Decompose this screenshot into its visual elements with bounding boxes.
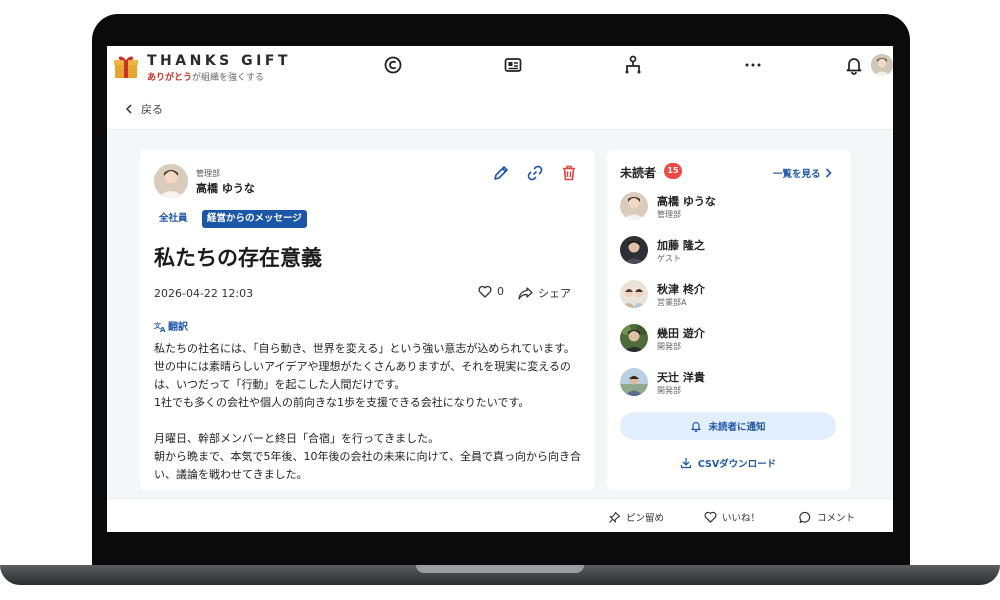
sub-header (107, 84, 893, 130)
unread-reader-item[interactable]: 秋津 柊介 営業部A (620, 280, 840, 312)
heart-icon (704, 511, 717, 523)
like-footer-button[interactable]: いいね！ (704, 510, 760, 524)
like-button[interactable]: 0 (478, 285, 504, 298)
laptop-notch (416, 565, 584, 573)
bell-icon (691, 421, 702, 432)
unread-reader-item[interactable]: 天辻 洋貴 開発部 (620, 368, 840, 400)
post-body: 私たちの社名には、「自ら動き、世界を変える」という強い意志が込められています。 … (154, 340, 582, 484)
share-label: シェア (538, 287, 571, 300)
chevron-left-icon (125, 104, 132, 114)
edit-pencil-icon[interactable] (492, 164, 510, 182)
comment-button[interactable]: コメント (799, 510, 855, 524)
pin-icon (609, 511, 621, 523)
author-name[interactable]: 高橋 ゆうな (196, 180, 255, 196)
brand-logo[interactable]: THANKS GIFT ありがとうが組織を強くする (111, 50, 291, 83)
notify-label: 未読者に通知 (708, 422, 766, 433)
author-avatar[interactable] (154, 164, 188, 198)
tagline-rest: が組織を強くする (192, 73, 265, 83)
reader-avatar-image (620, 368, 648, 396)
body-paragraph: 月曜日、幹部メンバーと終日「合宿」を行ってきました。 (154, 432, 440, 445)
svg-text:A: A (160, 326, 166, 332)
pin-label: ピン留め (626, 513, 665, 524)
unread-reader-item[interactable]: 幾田 遊介 開発部 (620, 324, 840, 356)
brand-name: THANKS GIFT (147, 53, 291, 69)
like-footer-label: いいね！ (722, 513, 761, 524)
translate-label: 翻訳 (168, 322, 188, 333)
avatar (620, 280, 648, 308)
chevron-right-icon (825, 168, 832, 178)
see-all-label: 一覧を見る (773, 169, 821, 180)
brand-tagline: ありがとうが組織を強くする (147, 70, 264, 83)
reader-name: 天辻 洋貴 (657, 371, 705, 384)
reader-department: 開発部 (657, 342, 681, 351)
download-icon (680, 458, 691, 469)
reader-avatar-image (620, 236, 648, 264)
org-chart-icon[interactable] (623, 55, 643, 75)
tag-management-message[interactable]: 経営からのメッセージ (202, 210, 307, 228)
reader-avatar-image (620, 280, 648, 308)
notify-unread-button[interactable]: 未読者に通知 (620, 412, 836, 440)
author-avatar-image (154, 164, 188, 198)
unread-title: 未読者 (620, 166, 657, 180)
comment-bubble-icon (799, 511, 811, 523)
body-paragraph: 1社でも多くの会社や個人の前向きな1歩を支援できる会社になりたいです。 (154, 396, 530, 409)
gift-icon (114, 56, 138, 78)
translate-button[interactable]: 文 A 翻訳 (154, 318, 188, 334)
reader-department: 管理部 (657, 210, 681, 219)
news-icon[interactable] (503, 55, 523, 75)
link-icon[interactable] (526, 164, 544, 182)
body-paragraph: 世の中には素晴らしいアイデアや理想がたくさんありますが、それを現実に変えるのは、… (154, 360, 571, 391)
avatar (620, 368, 648, 396)
pin-button[interactable]: ピン留め (608, 510, 664, 524)
csv-label: CSVダウンロード (697, 459, 777, 470)
reader-name: 高橋 ゆうな (657, 195, 716, 208)
avatar (620, 236, 648, 264)
user-avatar-image (871, 54, 893, 76)
share-arrow-icon (518, 286, 533, 300)
heart-icon (478, 285, 492, 298)
csv-download-button[interactable]: CSVダウンロード (620, 452, 836, 474)
post-card: 管理部 高橋 ゆうな 全社員 経営からのメッセージ 私たちの存在意義 2026-… (140, 150, 595, 490)
reader-name: 秋津 柊介 (657, 283, 705, 296)
see-all-link[interactable]: 一覧を見る (773, 166, 832, 180)
tag-all-employees[interactable]: 全社員 (154, 210, 193, 228)
comment-label: コメント (817, 513, 856, 524)
bell-icon[interactable] (844, 55, 864, 75)
unread-panel: 未読者 15 一覧を見る 高橋 ゆうな 管理部 加藤 隆之 ゲスト 秋津 柊介 … (607, 150, 851, 490)
share-button[interactable]: シェア (518, 285, 571, 301)
reader-department: 営業部A (657, 298, 687, 307)
reader-name: 加藤 隆之 (657, 239, 705, 252)
back-button[interactable]: 戻る (125, 101, 163, 117)
author-department: 管理部 (196, 169, 220, 178)
reader-department: 開発部 (657, 386, 681, 395)
reader-name: 幾田 遊介 (657, 327, 705, 340)
unread-reader-item[interactable]: 高橋 ゆうな 管理部 (620, 192, 840, 224)
back-label: 戻る (141, 103, 163, 116)
app-screen: THANKS GIFT ありがとうが組織を強くする 戻る 管理部 高橋 ゆうな … (107, 46, 893, 532)
trash-icon[interactable] (560, 164, 578, 182)
top-navbar: THANKS GIFT ありがとうが組織を強くする (107, 46, 893, 84)
post-title: 私たちの存在意義 (154, 246, 322, 270)
reader-avatar-image (620, 324, 648, 352)
reader-department: ゲスト (657, 254, 681, 263)
avatar (620, 324, 648, 352)
avatar (620, 192, 648, 220)
bottom-action-bar: ピン留め いいね！ コメント (107, 498, 893, 532)
more-icon[interactable] (743, 55, 763, 75)
reader-avatar-image (620, 192, 648, 220)
post-datetime: 2026-04-22 12:03 (154, 287, 254, 300)
copyright-icon[interactable] (383, 55, 403, 75)
body-paragraph: 朝から晩まで、本気で5年後、10年後の会社の未来に向けて、全員で真っ向から向き合… (154, 450, 582, 481)
unread-reader-item[interactable]: 加藤 隆之 ゲスト (620, 236, 840, 268)
tagline-highlight: ありがとう (147, 73, 193, 83)
translate-icon: 文 A (154, 321, 166, 332)
body-paragraph: 私たちの社名には、「自ら動き、世界を変える」という強い意志が込められています。 (154, 342, 575, 355)
user-avatar[interactable] (871, 54, 893, 76)
unread-count-badge: 15 (664, 163, 682, 179)
like-count: 0 (497, 285, 504, 298)
